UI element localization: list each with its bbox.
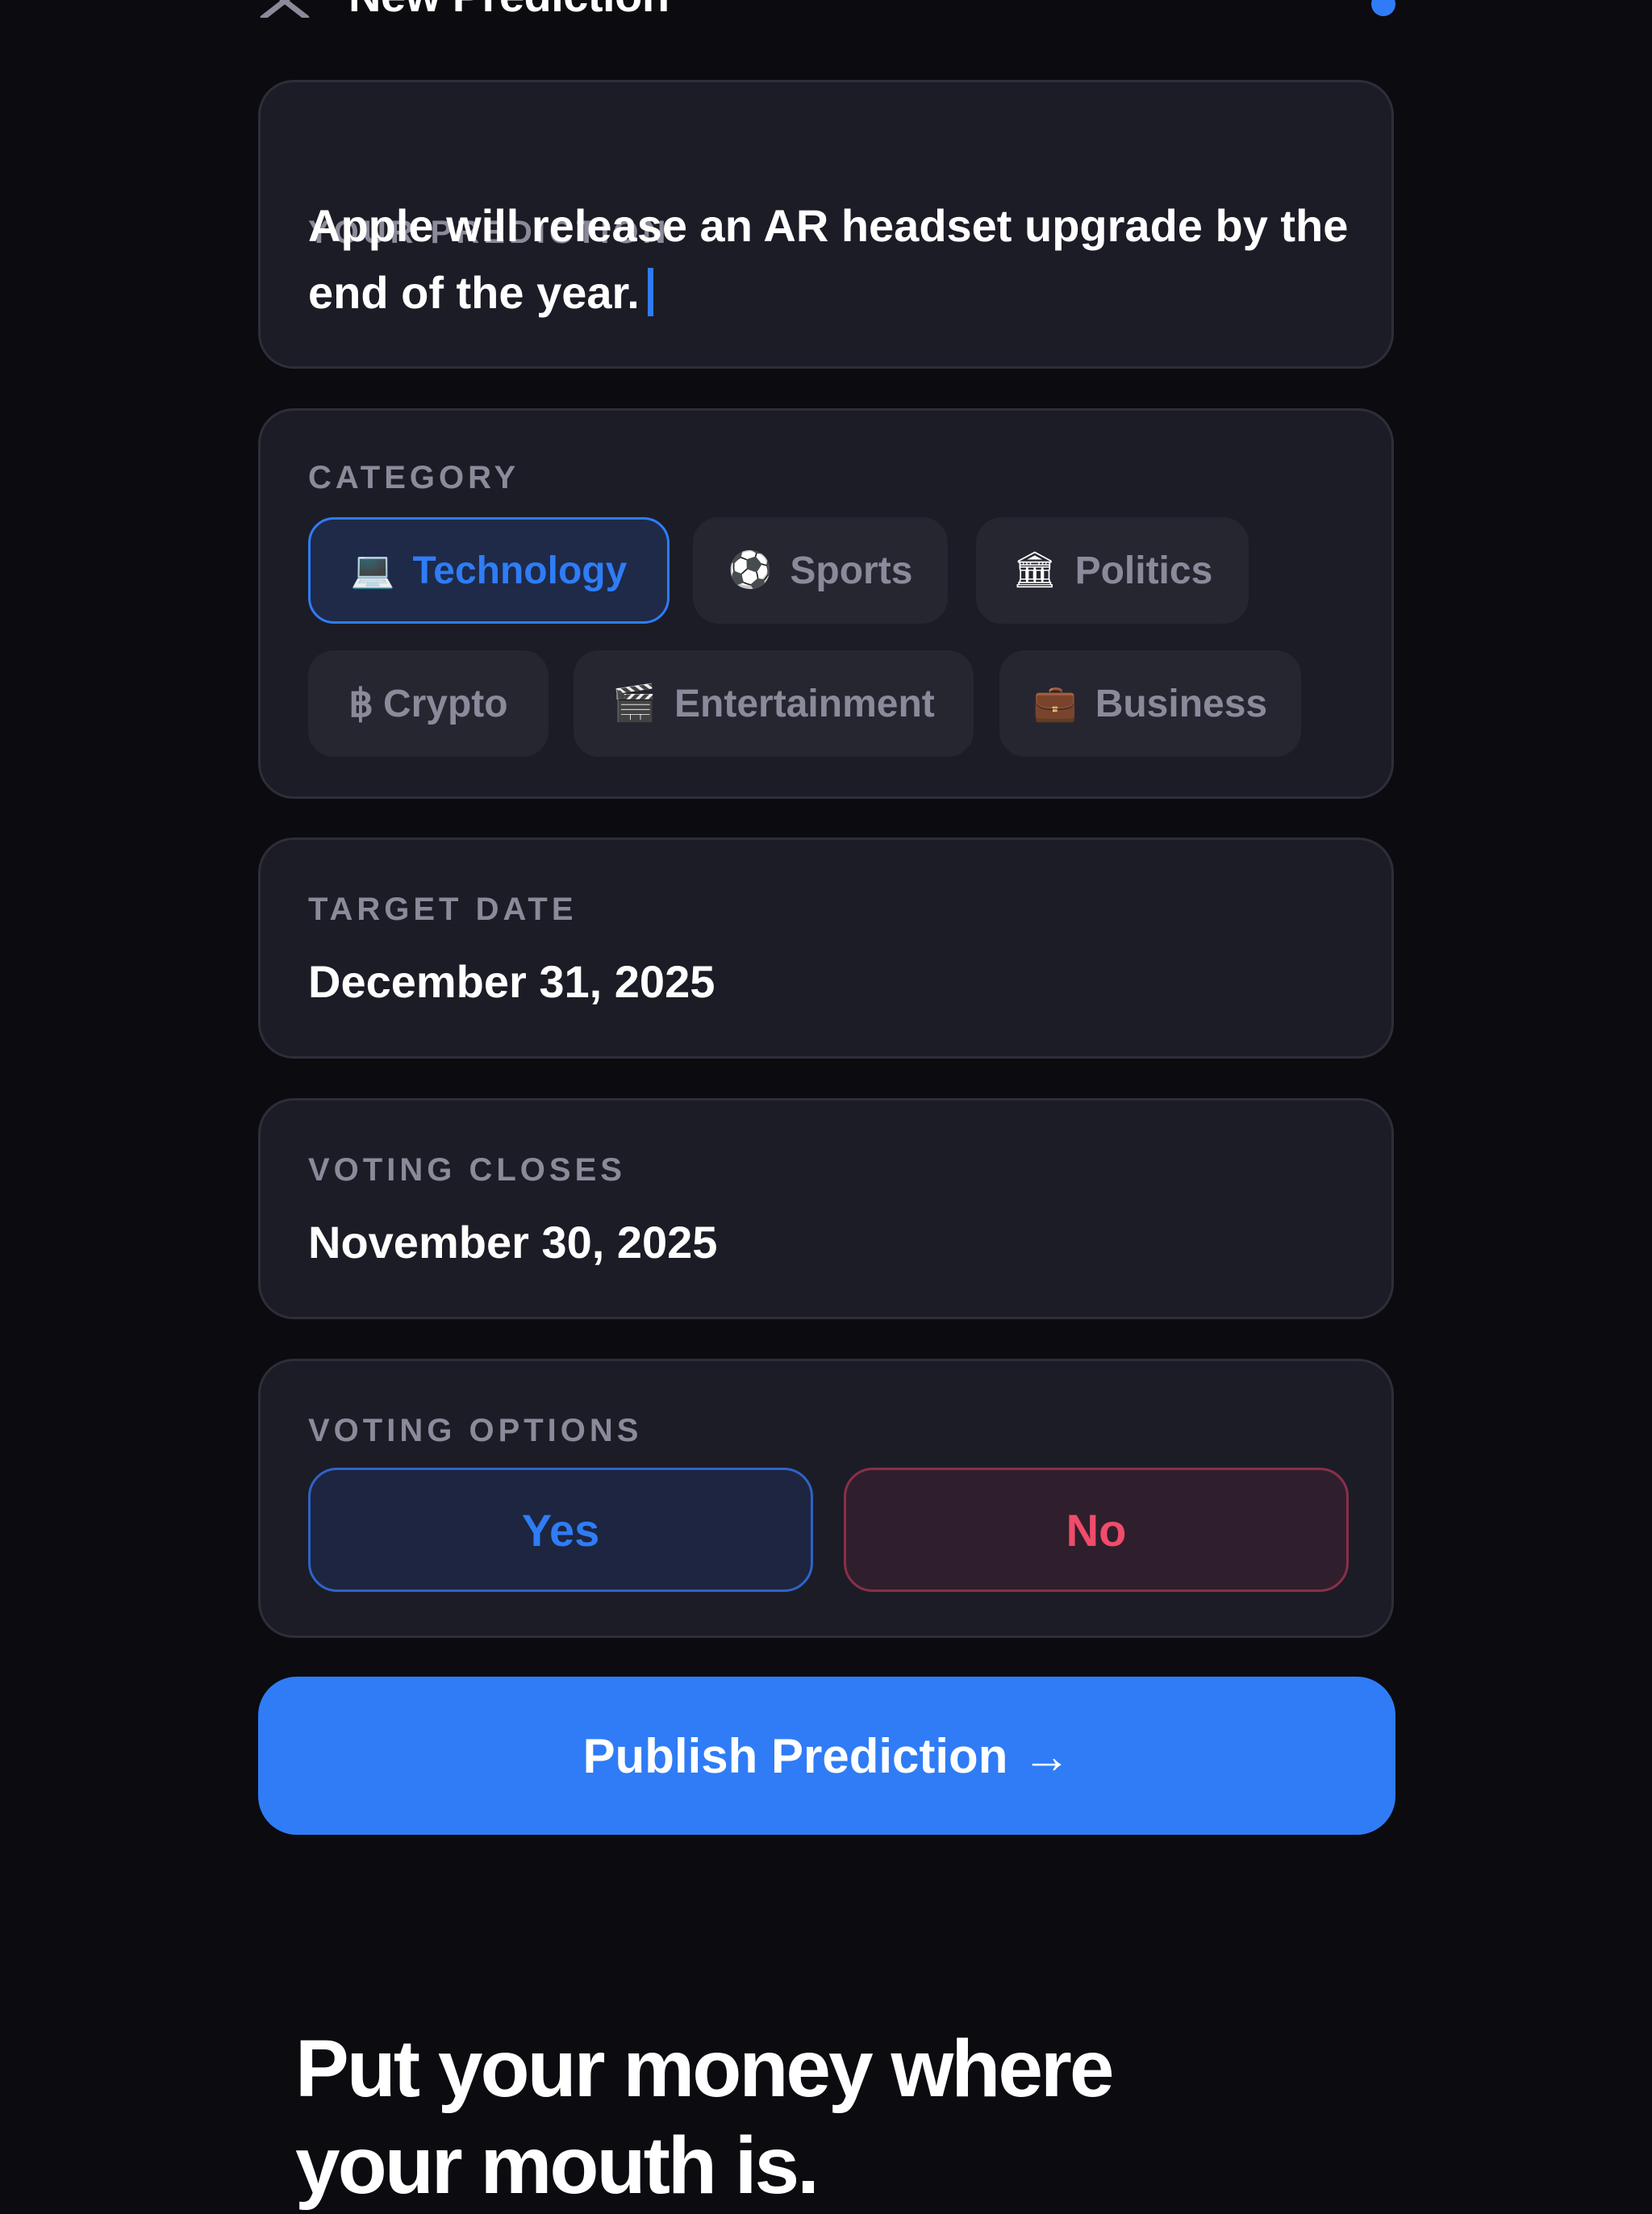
- category-chip-sports[interactable]: ⚽ Sports: [693, 517, 948, 624]
- tagline-line-1: Put your money where: [295, 2024, 1114, 2114]
- status-dot: [1371, 0, 1395, 16]
- top-bar: New Prediction: [258, 0, 1395, 24]
- chip-label: Business: [1095, 682, 1268, 725]
- chip-label: Entertainment: [674, 682, 935, 725]
- close-icon[interactable]: [258, 0, 311, 18]
- voting-options-label: VOTING OPTIONS: [308, 1413, 643, 1448]
- page-title: New Prediction: [348, 0, 670, 24]
- briefcase-icon: 💼: [1032, 683, 1078, 723]
- category-chip-crypto[interactable]: ฿ Crypto: [308, 650, 549, 757]
- tagline: Put your money where your mouth is.: [295, 2020, 1425, 2214]
- chip-label: Politics: [1074, 549, 1213, 592]
- voting-options-card: VOTING OPTIONS Yes No: [258, 1359, 1394, 1638]
- category-chip-business[interactable]: 💼 Business: [999, 650, 1301, 757]
- vote-yes-button[interactable]: Yes: [308, 1468, 813, 1592]
- category-label: CATEGORY: [308, 460, 520, 495]
- vote-no-button[interactable]: No: [844, 1468, 1349, 1592]
- bitcoin-icon: ฿: [348, 683, 373, 725]
- target-date-label: TARGET DATE: [308, 892, 578, 927]
- chip-label: Sports: [790, 549, 913, 592]
- category-chip-technology[interactable]: 💻 Technology: [308, 517, 670, 624]
- voting-closes-label: VOTING CLOSES: [308, 1152, 626, 1188]
- publish-label: Publish Prediction: [582, 1728, 1008, 1783]
- chip-label: Technology: [412, 549, 628, 592]
- target-date-value: December 31, 2025: [308, 956, 715, 1007]
- prediction-card: YOUR PREDICTION Apple will release an AR…: [258, 80, 1394, 369]
- chip-label: Crypto: [382, 682, 508, 725]
- voting-closes-value: November 30, 2025: [308, 1217, 718, 1268]
- prediction-text: Apple will release an AR headset upgrade…: [308, 200, 1349, 318]
- prediction-input[interactable]: Apple will release an AR headset upgrade…: [308, 192, 1357, 326]
- tagline-line-2: your mouth is.: [295, 2120, 820, 2211]
- laptop-icon: 💻: [350, 550, 395, 590]
- clapper-board-icon: 🎬: [612, 683, 657, 723]
- category-chip-entertainment[interactable]: 🎬 Entertainment: [574, 650, 974, 757]
- text-caret: [647, 268, 653, 316]
- voting-closes-field[interactable]: VOTING CLOSES November 30, 2025: [258, 1098, 1394, 1319]
- category-chip-politics[interactable]: 🏛 Politics: [976, 517, 1249, 624]
- soccer-ball-icon: ⚽: [728, 550, 773, 590]
- classical-building-icon: 🏛: [1012, 550, 1058, 590]
- target-date-field[interactable]: TARGET DATE December 31, 2025: [258, 838, 1394, 1059]
- publish-button[interactable]: Publish Prediction →: [258, 1677, 1395, 1835]
- arrow-right-icon: →: [1022, 1728, 1071, 1783]
- category-card: CATEGORY 💻 Technology ⚽ Sports 🏛 Politic…: [258, 408, 1394, 799]
